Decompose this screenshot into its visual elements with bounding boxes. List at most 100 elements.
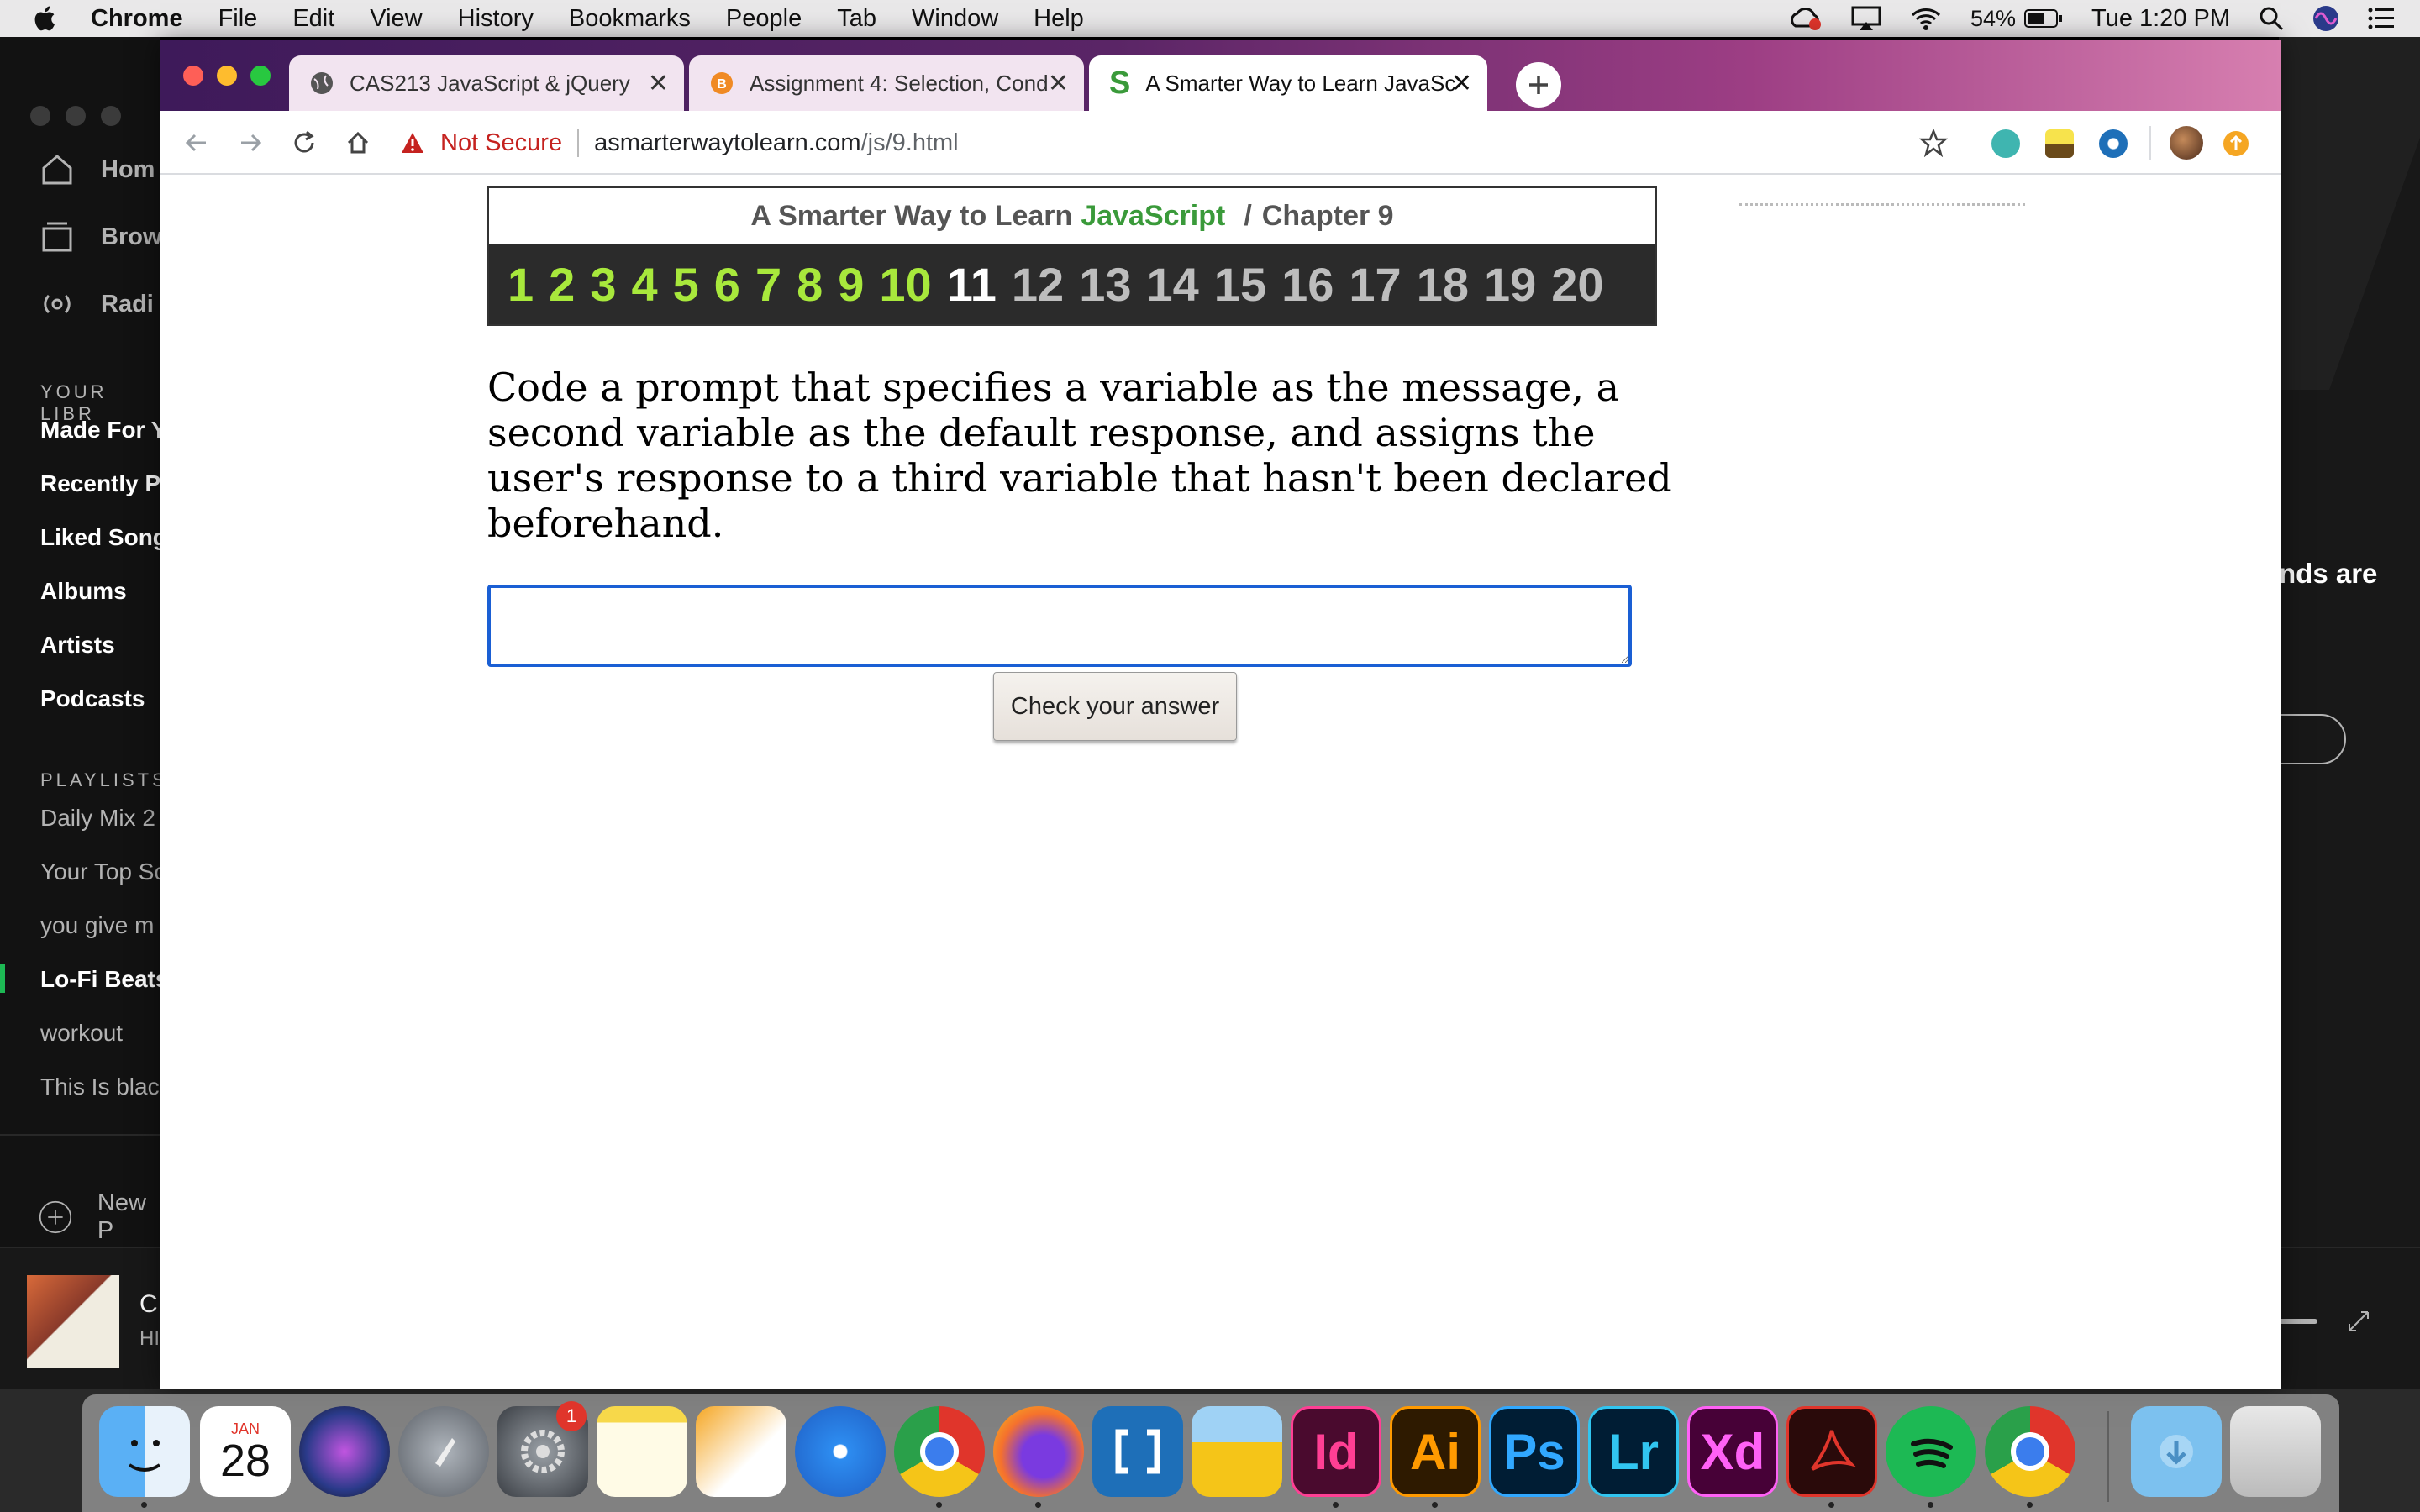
transmit-app-icon[interactable] — [1192, 1406, 1282, 1497]
volume-slider[interactable] — [2279, 1319, 2317, 1324]
menu-window[interactable]: Window — [912, 5, 998, 33]
menu-help[interactable]: Help — [1034, 5, 1084, 33]
chapter-link[interactable]: 20 — [1551, 257, 1603, 312]
chapter-link[interactable]: 17 — [1349, 257, 1401, 312]
chapter-link[interactable]: 15 — [1214, 257, 1266, 312]
firefox-app-icon[interactable] — [993, 1406, 1084, 1497]
fullscreen-icon[interactable] — [2346, 1309, 2371, 1334]
new-tab-button[interactable] — [1516, 62, 1561, 108]
minimize-window-button[interactable] — [217, 66, 237, 86]
chapter-link[interactable]: 13 — [1079, 257, 1131, 312]
security-label[interactable]: Not Secure — [440, 129, 562, 157]
airplay-icon[interactable] — [1851, 6, 1881, 31]
chapter-link[interactable]: 19 — [1484, 257, 1536, 312]
now-playing-title[interactable]: C — [139, 1290, 158, 1319]
banner-brand[interactable]: JavaScript — [1081, 200, 1225, 233]
spotify-playlist-item[interactable]: you give m — [40, 912, 154, 939]
profile-avatar[interactable] — [2170, 126, 2203, 160]
home-button[interactable] — [343, 128, 373, 158]
chapter-link[interactable]: 16 — [1281, 257, 1334, 312]
reload-button[interactable] — [289, 128, 319, 158]
chrome-canary-app-icon[interactable] — [1985, 1406, 2075, 1497]
chapter-link[interactable]: 5 — [673, 257, 699, 312]
spotify-nav-browse[interactable]: Brow — [39, 218, 162, 255]
battery-icon[interactable] — [2024, 8, 2063, 29]
spotlight-search-icon[interactable] — [2259, 6, 2284, 31]
star-bookmark-icon[interactable] — [1919, 129, 1948, 157]
spotify-playlist-item[interactable]: This Is blac — [40, 1074, 160, 1100]
menu-bookmarks[interactable]: Bookmarks — [569, 5, 691, 33]
spotify-library-item[interactable]: Artists — [40, 632, 115, 659]
zoom-window-button[interactable] — [250, 66, 271, 86]
close-tab-icon[interactable]: ✕ — [648, 69, 669, 98]
trash-icon[interactable] — [2230, 1406, 2321, 1497]
spotify-nav-home[interactable]: Hom — [39, 151, 155, 188]
extension-teal-icon[interactable] — [1991, 129, 2020, 158]
chapter-link[interactable]: 9 — [838, 257, 864, 312]
safari-app-icon[interactable] — [795, 1406, 886, 1497]
menu-view[interactable]: View — [370, 5, 422, 33]
chapter-link[interactable]: 2 — [549, 257, 575, 312]
spotify-library-item[interactable]: Made For Y — [40, 417, 166, 444]
album-art[interactable] — [27, 1275, 119, 1368]
indesign-app-icon[interactable]: Id — [1291, 1406, 1381, 1497]
illustrator-app-icon[interactable]: Ai — [1390, 1406, 1481, 1497]
chapter-link[interactable]: 4 — [631, 257, 657, 312]
chapter-link-current[interactable]: 11 — [947, 257, 997, 312]
close-tab-icon[interactable]: ✕ — [1048, 69, 1069, 98]
downloads-folder-icon[interactable] — [2131, 1406, 2222, 1497]
chrome-app-icon[interactable] — [894, 1406, 985, 1497]
apple-icon[interactable] — [32, 4, 60, 33]
spotify-playlist-item[interactable]: Lo-Fi Beats — [40, 966, 168, 993]
chapter-link[interactable]: 12 — [1012, 257, 1064, 312]
lightroom-app-icon[interactable]: Lr — [1588, 1406, 1679, 1497]
siri-app-icon[interactable] — [299, 1406, 390, 1497]
spotify-library-item[interactable]: Podcasts — [40, 685, 145, 712]
spotify-library-item[interactable]: Albums — [40, 578, 127, 605]
calendar-app-icon[interactable]: JAN 28 — [200, 1406, 291, 1497]
menu-file[interactable]: File — [218, 5, 258, 33]
forward-button[interactable] — [235, 128, 266, 158]
menu-history[interactable]: History — [458, 5, 534, 33]
tab-smarter-way[interactable]: S A Smarter Way to Learn JavaSc ✕ — [1089, 55, 1487, 111]
siri-icon[interactable] — [2312, 5, 2339, 32]
spotify-playlist-item[interactable]: Daily Mix 2 — [40, 805, 155, 832]
chapter-link[interactable]: 6 — [714, 257, 740, 312]
spotify-library-item[interactable]: Liked Song — [40, 524, 167, 551]
back-button[interactable] — [182, 128, 212, 158]
clock[interactable]: Tue 1:20 PM — [2091, 5, 2230, 33]
spotify-playlist-item[interactable]: workout — [40, 1020, 123, 1047]
creative-cloud-icon[interactable] — [1789, 6, 1823, 31]
notification-center-icon[interactable] — [2368, 8, 2395, 29]
address-bar[interactable]: Not Secure asmarterwaytolearn.com /js/9.… — [392, 118, 1958, 168]
spotify-library-item[interactable]: Recently P — [40, 470, 160, 497]
tab-cas213[interactable]: CAS213 JavaScript & jQuery ✕ — [289, 55, 684, 111]
spotify-nav-radio[interactable]: Radi — [39, 286, 154, 323]
spotify-playlist-item[interactable]: Your Top Sc — [40, 858, 166, 885]
chapter-link[interactable]: 3 — [590, 257, 616, 312]
new-playlist-button[interactable]: New P — [39, 1189, 160, 1245]
chapter-link[interactable]: 14 — [1147, 257, 1199, 312]
photoshop-app-icon[interactable]: Ps — [1489, 1406, 1580, 1497]
brackets-app-icon[interactable] — [1092, 1406, 1183, 1497]
wifi-icon[interactable] — [1910, 6, 1942, 31]
spotify-pill-button[interactable] — [2279, 714, 2346, 764]
answer-textarea[interactable] — [487, 585, 1632, 667]
acrobat-app-icon[interactable] — [1786, 1406, 1877, 1497]
close-tab-icon[interactable]: ✕ — [1451, 69, 1472, 98]
spotify-app-icon[interactable] — [1886, 1406, 1976, 1497]
menu-tab[interactable]: Tab — [837, 5, 876, 33]
menu-people[interactable]: People — [726, 5, 802, 33]
chapter-link[interactable]: 7 — [755, 257, 781, 312]
update-icon[interactable] — [2223, 131, 2249, 156]
chapter-link[interactable]: 18 — [1417, 257, 1469, 312]
menu-app-name[interactable]: Chrome — [91, 5, 183, 33]
warning-icon[interactable] — [400, 131, 425, 155]
finder-app-icon[interactable] — [99, 1406, 190, 1497]
chapter-link[interactable]: 1 — [508, 257, 534, 312]
check-answer-button[interactable]: Check your answer — [993, 672, 1237, 741]
notes-app-icon[interactable] — [597, 1406, 687, 1497]
launchpad-app-icon[interactable] — [398, 1406, 489, 1497]
menu-edit[interactable]: Edit — [292, 5, 334, 33]
extension-folder-icon[interactable] — [2045, 129, 2074, 158]
